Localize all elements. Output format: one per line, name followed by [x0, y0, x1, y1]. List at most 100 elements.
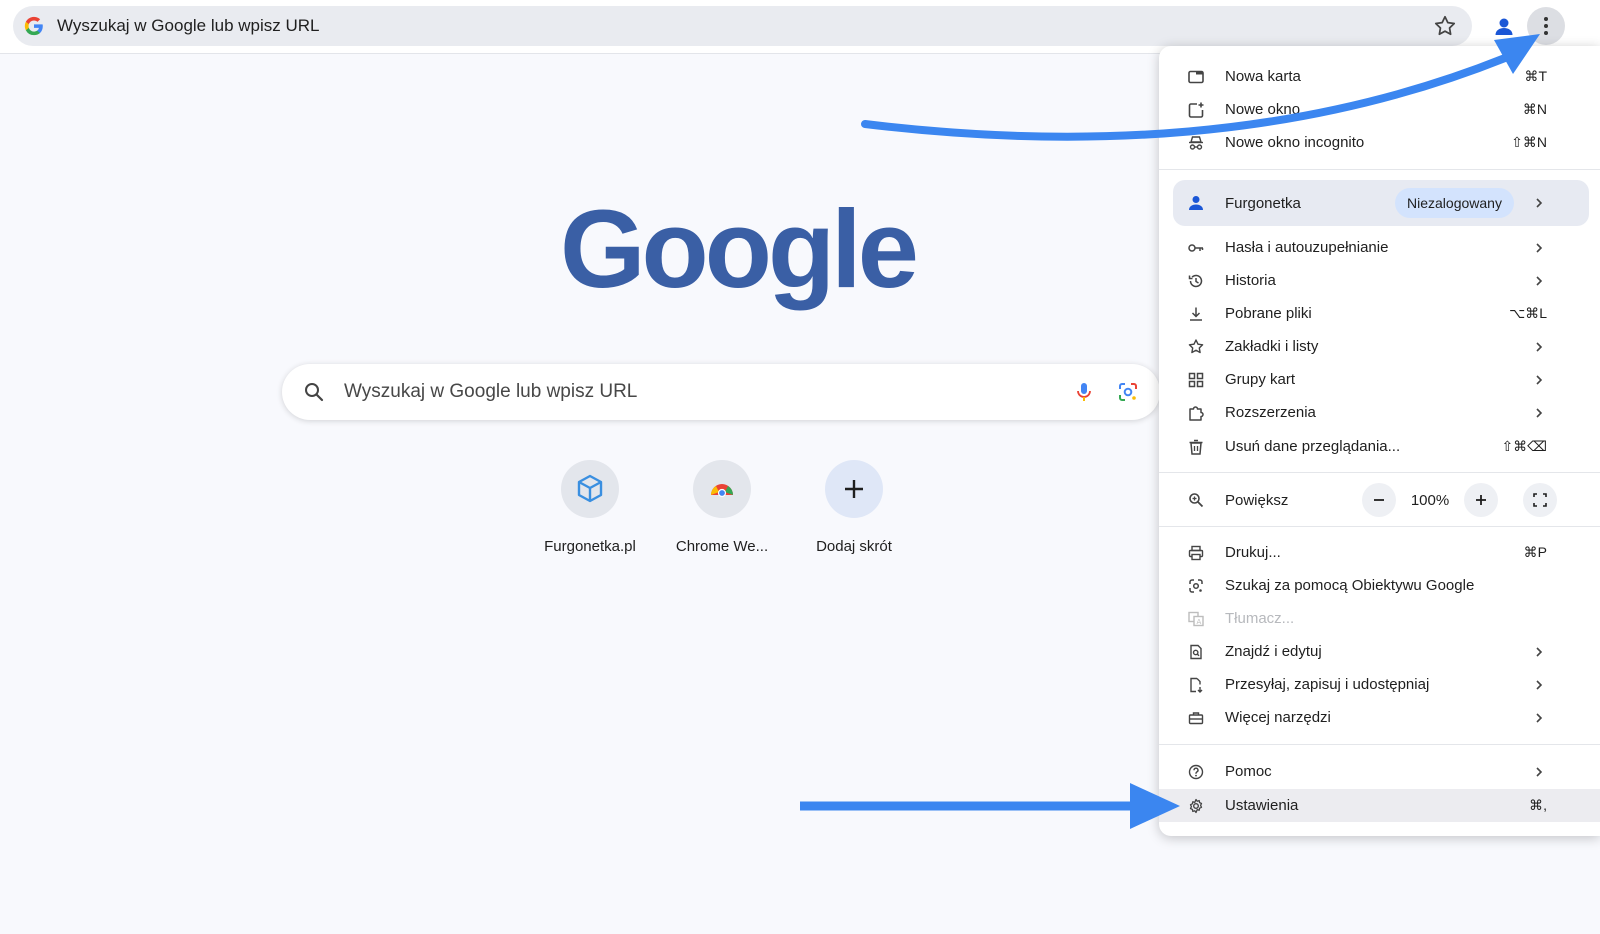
- shortcut-add[interactable]: Dodaj skrót: [794, 460, 914, 570]
- chrome-menu-button[interactable]: [1527, 7, 1565, 45]
- new-window-icon: [1188, 102, 1204, 118]
- menu-item-downloads[interactable]: Pobrane pliki ⌥⌘L: [1159, 297, 1600, 330]
- address-bar-text: Wyszukaj w Google lub wpisz URL: [57, 16, 320, 35]
- shortcut-tile: [825, 460, 883, 518]
- menu-item-shortcut: ⌘T: [1524, 68, 1547, 84]
- menu-item-label: Zakładki i listy: [1225, 338, 1319, 355]
- menu-item-label: Tłumacz...: [1225, 610, 1295, 627]
- search-input[interactable]: [342, 380, 1022, 404]
- trash-icon: [1189, 439, 1203, 455]
- menu-item-more-tools[interactable]: Więcej narzędzi: [1159, 701, 1600, 734]
- help-icon: [1188, 764, 1204, 780]
- menu-item-new-window[interactable]: Nowe okno ⌘N: [1159, 93, 1600, 126]
- menu-item-shortcut: ⌘P: [1523, 544, 1547, 560]
- zoom-in-button[interactable]: [1464, 483, 1498, 517]
- new-tab-icon: [1188, 70, 1204, 84]
- menu-item-shortcut: ⌘N: [1522, 101, 1547, 117]
- menu-divider: [1159, 526, 1600, 527]
- menu-item-label: Znajdź i edytuj: [1225, 643, 1322, 660]
- menu-item-shortcut: ⇧⌘⌫: [1501, 438, 1547, 454]
- shortcut-tile: [561, 460, 619, 518]
- profile-icon[interactable]: [1489, 12, 1519, 42]
- menu-item-label: Rozszerzenia: [1225, 404, 1316, 421]
- menu-item-print[interactable]: Drukuj... ⌘P: [1159, 536, 1600, 569]
- shortcut-chrome-web-store[interactable]: Chrome We...: [662, 460, 782, 570]
- grid-icon: [1188, 372, 1204, 388]
- plus-icon: [845, 480, 863, 498]
- zoom-icon: [1189, 493, 1204, 508]
- menu-item-label: Szukaj za pomocą Obiektywu Google: [1225, 577, 1475, 594]
- address-bar[interactable]: Wyszukaj w Google lub wpisz URL: [13, 6, 1472, 46]
- chevron-right-icon: [1536, 198, 1543, 208]
- translate-icon: A: [1188, 611, 1204, 627]
- menu-item-label: Nowe okno incognito: [1225, 134, 1365, 151]
- menu-item-profile[interactable]: Furgonetka Niezalogowany: [1173, 180, 1589, 226]
- chevron-right-icon: [1536, 276, 1543, 286]
- incognito-icon: [1189, 136, 1203, 150]
- toolbox-icon: [1188, 712, 1204, 725]
- shortcut-furgonetka[interactable]: Furgonetka.pl: [530, 460, 650, 570]
- menu-item-passwords[interactable]: Hasła i autouzupełnianie: [1159, 231, 1600, 264]
- microphone-icon[interactable]: [1072, 380, 1096, 404]
- save-share-icon: [1190, 677, 1203, 693]
- chevron-right-icon: [1536, 408, 1543, 418]
- bookmark-star-icon[interactable]: [1432, 13, 1458, 39]
- printer-icon: [1188, 545, 1204, 561]
- shortcut-label: Dodaj skrót: [816, 538, 892, 555]
- chevron-right-icon: [1536, 647, 1543, 657]
- three-dots-vertical-icon: [1544, 17, 1548, 35]
- chevron-right-icon: [1536, 243, 1543, 253]
- menu-item-label: Nowe okno: [1225, 101, 1301, 118]
- search-box[interactable]: [282, 364, 1160, 420]
- menu-divider: [1159, 169, 1600, 170]
- gear-icon: [1189, 798, 1203, 814]
- star-icon: [1188, 339, 1204, 354]
- menu-item-new-tab[interactable]: Nowa karta ⌘T: [1159, 60, 1600, 93]
- menu-item-label: Drukuj...: [1225, 544, 1281, 561]
- menu-item-label: Więcej narzędzi: [1225, 709, 1331, 726]
- menu-item-extensions[interactable]: Rozszerzenia: [1159, 396, 1600, 429]
- menu-item-label: Przesyłaj, zapisuj i udostępniaj: [1225, 676, 1430, 693]
- plus-icon: [1476, 495, 1486, 505]
- svg-text:A: A: [1197, 618, 1202, 626]
- google-logo: Google: [560, 188, 919, 311]
- find-in-page-icon: [1190, 644, 1202, 660]
- menu-item-bookmarks[interactable]: Zakładki i listy: [1159, 330, 1600, 363]
- chevron-right-icon: [1536, 767, 1543, 777]
- history-icon: [1188, 274, 1203, 288]
- shortcut-label: Furgonetka.pl: [544, 538, 636, 555]
- menu-item-clear-browsing-data[interactable]: Usuń dane przeglądania... ⇧⌘⌫: [1159, 430, 1600, 463]
- fullscreen-icon: [1533, 493, 1547, 507]
- menu-item-label: Usuń dane przeglądania...: [1225, 438, 1401, 455]
- menu-item-shortcut: ⇧⌘N: [1511, 134, 1547, 150]
- menu-item-incognito[interactable]: Nowe okno incognito ⇧⌘N: [1159, 126, 1600, 159]
- menu-item-tab-groups[interactable]: Grupy kart: [1159, 363, 1600, 396]
- download-icon: [1190, 307, 1202, 321]
- chevron-right-icon: [1536, 713, 1543, 723]
- menu-item-find-edit[interactable]: Znajdź i edytuj: [1159, 635, 1600, 668]
- shortcut-label: Chrome We...: [675, 538, 769, 555]
- zoom-out-button[interactable]: [1362, 483, 1396, 517]
- sign-in-status-badge: Niezalogowany: [1395, 188, 1514, 218]
- zoom-level: 100%: [1410, 492, 1450, 509]
- menu-item-label: Powiększ: [1225, 492, 1289, 509]
- search-icon: [305, 383, 324, 402]
- menu-item-zoom: Powiększ 100%: [1159, 482, 1600, 518]
- chevron-right-icon: [1536, 680, 1543, 690]
- menu-item-label: Pomoc: [1225, 763, 1272, 780]
- menu-item-google-lens[interactable]: Szukaj za pomocą Obiektywu Google: [1159, 569, 1600, 602]
- google-g-icon: [24, 16, 43, 36]
- puzzle-icon: [1189, 406, 1204, 421]
- menu-item-settings[interactable]: Ustawienia ⌘,: [1159, 789, 1600, 822]
- menu-item-label: Pobrane pliki: [1225, 305, 1312, 322]
- menu-item-cast-save-share[interactable]: Przesyłaj, zapisuj i udostępniaj: [1159, 668, 1600, 701]
- person-icon: [1189, 196, 1203, 210]
- menu-item-help[interactable]: Pomoc: [1159, 755, 1600, 788]
- menu-divider: [1159, 744, 1600, 745]
- fullscreen-button[interactable]: [1523, 483, 1557, 517]
- menu-item-history[interactable]: Historia: [1159, 264, 1600, 297]
- box-icon: [577, 474, 603, 503]
- chrome-icon: [711, 484, 733, 498]
- menu-item-label: Ustawienia: [1225, 797, 1299, 814]
- google-lens-icon[interactable]: [1116, 380, 1140, 404]
